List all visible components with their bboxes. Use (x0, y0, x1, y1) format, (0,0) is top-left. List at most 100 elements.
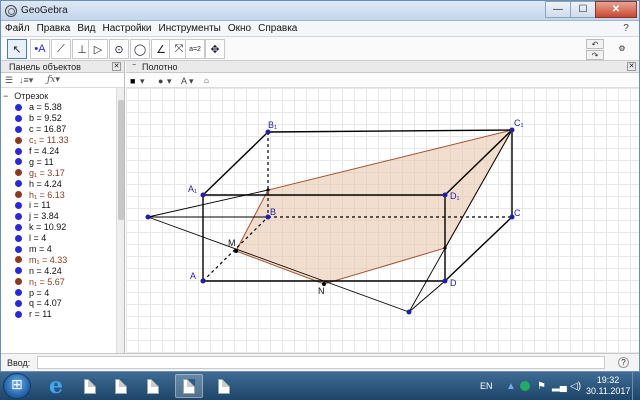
move-tool-button[interactable]: ↖ (7, 39, 27, 59)
visibility-toggle-icon[interactable] (15, 147, 22, 155)
visibility-toggle-icon[interactable] (15, 201, 22, 209)
algebra-item[interactable]: k = 10.92 (1, 222, 117, 233)
color-icon[interactable]: ■ (130, 76, 135, 86)
taskbar-doc-2[interactable] (107, 374, 135, 398)
visibility-toggle-icon[interactable] (15, 289, 22, 297)
point-d[interactable] (442, 278, 448, 284)
menu-view[interactable]: Вид (77, 23, 95, 34)
menu-tools[interactable]: Инструменты (159, 23, 221, 34)
chevron-down-icon[interactable]: ▾ (189, 76, 194, 87)
lock-icon[interactable]: ⌂ (204, 76, 209, 85)
taskbar-doc-5[interactable] (210, 374, 238, 398)
algebra-item[interactable]: n = 4.24 (1, 265, 117, 276)
polygon-tool-button[interactable]: ▷ (88, 39, 108, 59)
algebra-item[interactable]: p = 4 (1, 287, 117, 298)
algebra-item[interactable]: h₁ = 6.13 (1, 189, 117, 200)
visibility-toggle-icon[interactable] (15, 256, 22, 264)
close-panel-icon[interactable]: ✕ (112, 62, 121, 71)
algebra-item[interactable]: c₁ = 11.33 (1, 135, 117, 146)
visibility-toggle-icon[interactable] (15, 299, 22, 307)
visibility-toggle-icon[interactable] (15, 310, 22, 318)
visibility-toggle-icon[interactable] (15, 125, 22, 133)
algebra-item[interactable]: n₁ = 5.67 (1, 276, 117, 287)
graphics-canvas[interactable]: B₁ C₁ A₁ D₁ B C A D M N (126, 88, 639, 353)
point-d1[interactable] (442, 192, 448, 198)
menu-file[interactable]: Файл (5, 23, 30, 34)
language-indicator[interactable]: EN (480, 381, 493, 391)
algebra-scrollbar[interactable] (116, 88, 124, 353)
scrollbar-thumb[interactable] (118, 100, 124, 220)
title-bar[interactable]: GeoGebra — ☐ ✕ (1, 1, 639, 21)
point-tool-button[interactable]: •A (30, 39, 50, 59)
taskbar-doc-3[interactable] (139, 374, 167, 398)
slider-tool-button[interactable]: a=2 (185, 39, 205, 59)
visibility-toggle-icon[interactable] (15, 180, 22, 188)
minimize-button[interactable]: — (545, 1, 571, 18)
start-button[interactable] (3, 373, 31, 399)
help-question-icon[interactable]: ? (619, 23, 633, 35)
point-b1[interactable] (265, 129, 271, 135)
volume-icon[interactable]: ◁) (570, 381, 581, 392)
toggle-auxiliary-icon[interactable]: ☰ (5, 75, 13, 86)
settings-gear-icon[interactable]: ⚙ (615, 43, 629, 53)
line-tool-button[interactable]: ⟋ (51, 39, 71, 59)
visibility-toggle-icon[interactable] (15, 158, 22, 166)
algebra-item[interactable]: a = 5.38 (1, 102, 117, 113)
network-icon[interactable]: ▂▄ (552, 381, 567, 392)
visibility-toggle-icon[interactable] (15, 234, 22, 242)
algebra-group-header[interactable]: − Отрезок (3, 91, 48, 101)
algebra-item[interactable]: f = 4.24 (1, 146, 117, 157)
menu-help[interactable]: Справка (258, 23, 297, 34)
maximize-button[interactable]: ☐ (570, 1, 596, 18)
algebra-item[interactable]: q = 4.07 (1, 298, 117, 309)
undo-button[interactable]: ↶ (586, 39, 604, 49)
visibility-toggle-icon[interactable] (15, 169, 22, 177)
input-help-icon[interactable]: ? (618, 357, 629, 368)
visibility-toggle-icon[interactable] (15, 191, 22, 199)
point-a1[interactable] (200, 192, 206, 198)
section-polygon[interactable] (235, 129, 514, 285)
algebra-item[interactable]: b = 9.52 (1, 113, 117, 124)
algebra-item[interactable]: m = 4 (1, 244, 117, 255)
description-mode-icon[interactable]: ƒx▾ (47, 75, 60, 85)
clock[interactable]: 19:32 30.11.2017 (586, 375, 630, 397)
redo-button[interactable]: ↷ (586, 50, 604, 60)
visibility-toggle-icon[interactable] (15, 267, 22, 275)
close-graphics-icon[interactable]: ✕ (627, 62, 636, 71)
point-a[interactable] (200, 278, 206, 284)
show-desktop-button[interactable] (632, 372, 640, 400)
algebra-item[interactable]: i = 11 (1, 200, 117, 211)
visibility-toggle-icon[interactable] (15, 245, 22, 253)
algebra-item[interactable]: g₁ = 3.17 (1, 167, 117, 178)
app-tray-icon[interactable] (520, 381, 530, 391)
algebra-item[interactable]: r = 11 (1, 309, 117, 320)
visibility-toggle-icon[interactable] (15, 223, 22, 231)
move-graphics-tool-button[interactable]: ✥ (205, 39, 225, 59)
taskbar-doc-1[interactable] (76, 374, 104, 398)
visibility-toggle-icon[interactable] (15, 114, 22, 122)
chevron-up-icon[interactable]: ▲ (506, 381, 516, 392)
angle-tool-button[interactable]: ∠ (151, 39, 171, 59)
label-style-icon[interactable]: A (181, 76, 187, 86)
visibility-toggle-icon[interactable] (15, 136, 22, 144)
point-m[interactable] (234, 249, 238, 253)
point-style-icon[interactable]: ● (158, 76, 163, 86)
algebra-item[interactable]: l = 4 (1, 233, 117, 244)
algebra-item[interactable]: c = 16.87 (1, 124, 117, 135)
visibility-toggle-icon[interactable] (15, 278, 22, 286)
circle-arc-tool-button[interactable]: ◯ (130, 39, 150, 59)
algebra-item[interactable]: h = 4.24 (1, 178, 117, 189)
circle-tool-button[interactable]: ⊙ (109, 39, 129, 59)
point-extra-left[interactable] (145, 214, 151, 220)
point-c1[interactable] (509, 127, 515, 133)
menu-options[interactable]: Настройки (102, 23, 151, 34)
flag-icon[interactable]: ⚑ (537, 381, 546, 392)
menu-edit[interactable]: Правка (37, 23, 71, 34)
visibility-toggle-icon[interactable] (15, 212, 22, 220)
chevron-down-icon[interactable]: ▾ (167, 76, 172, 87)
close-button[interactable]: ✕ (595, 1, 637, 18)
taskbar-doc-4[interactable] (175, 374, 203, 398)
sort-by-icon[interactable]: ↓≡▾ (19, 75, 33, 86)
menu-window[interactable]: Окно (228, 23, 251, 34)
algebra-item[interactable]: m₁ = 4.33 (1, 254, 117, 265)
